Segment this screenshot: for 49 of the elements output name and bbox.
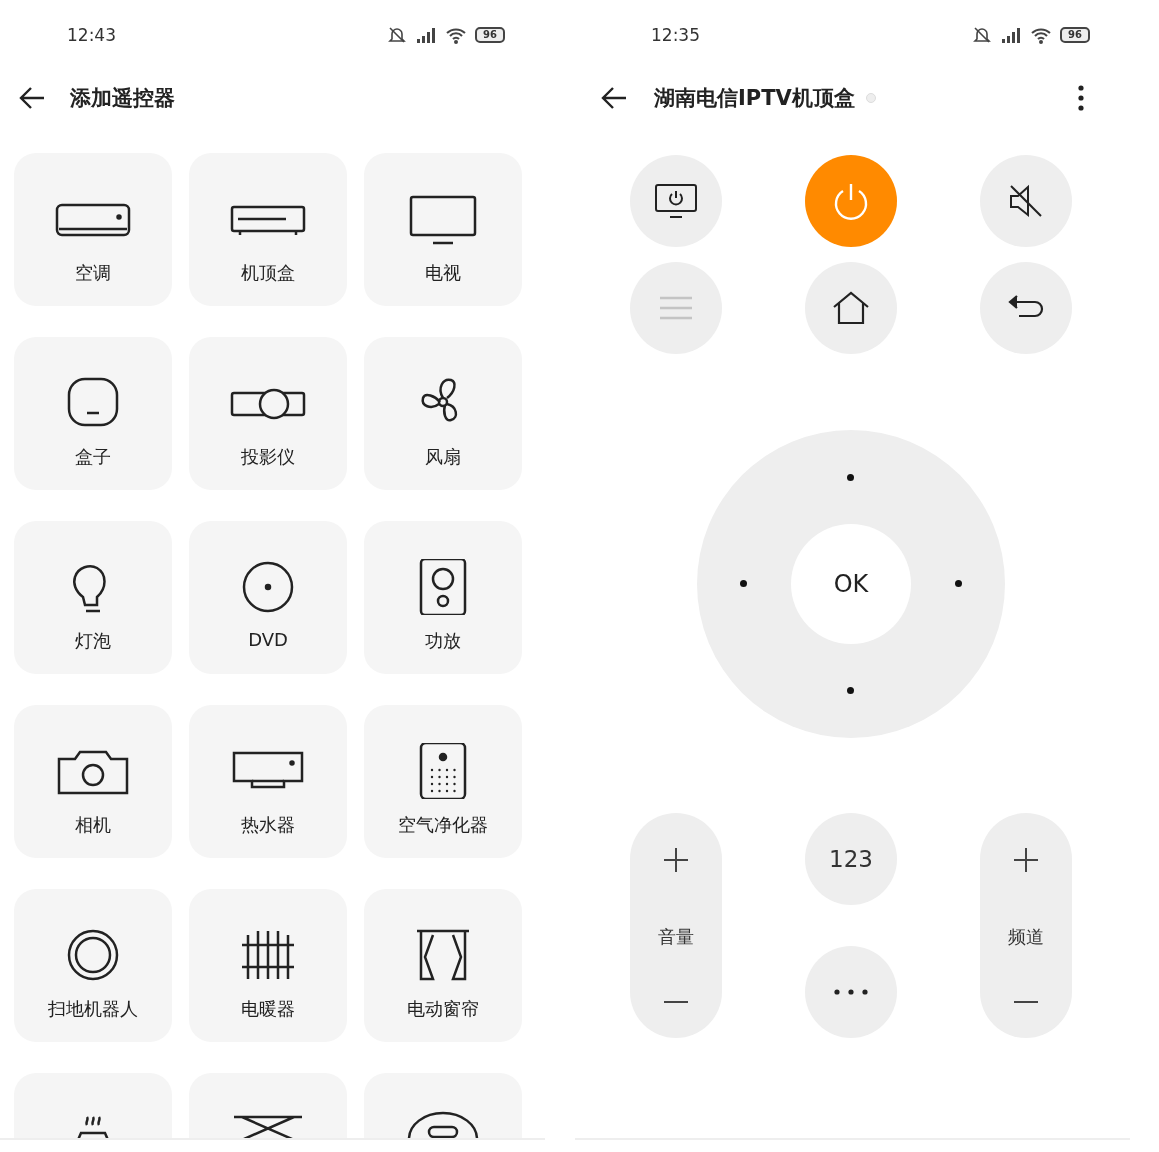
battery-level: 96 bbox=[475, 27, 505, 43]
mute-icon bbox=[1008, 184, 1044, 218]
signal-icon bbox=[415, 26, 438, 44]
status-time: 12:43 bbox=[67, 25, 116, 45]
back-arrow-icon[interactable] bbox=[18, 85, 46, 110]
status-time: 12:35 bbox=[651, 25, 700, 45]
signal-icon bbox=[1000, 26, 1023, 44]
wifi-icon bbox=[445, 26, 468, 44]
wifi-icon bbox=[1030, 26, 1053, 44]
device-tile[interactable]: 灯泡 bbox=[14, 521, 172, 674]
power-icon bbox=[833, 182, 869, 220]
keypad-button[interactable]: 123 bbox=[805, 813, 897, 905]
plus-button[interactable] bbox=[1013, 847, 1039, 873]
page-title: 添加遥控器 bbox=[70, 84, 175, 112]
back-arrow-icon[interactable] bbox=[600, 85, 628, 110]
minus-button[interactable] bbox=[1013, 1000, 1039, 1004]
device-tile[interactable]: 电视 bbox=[364, 153, 522, 306]
channel-label: 频道 bbox=[1008, 924, 1044, 949]
more-icon[interactable] bbox=[1078, 84, 1084, 111]
device-tile[interactable]: 电暖器 bbox=[189, 889, 347, 1042]
down-button[interactable] bbox=[847, 687, 854, 694]
device-tile[interactable]: 盒子 bbox=[14, 337, 172, 490]
ellipsis-icon bbox=[834, 989, 868, 995]
device-tile[interactable]: 相机 bbox=[14, 705, 172, 858]
right-button[interactable] bbox=[955, 580, 962, 587]
minus-button[interactable] bbox=[663, 1000, 689, 1004]
tv-power-icon bbox=[654, 183, 698, 219]
device-tile[interactable]: 风扇 bbox=[364, 337, 522, 490]
device-tile[interactable]: 投影仪 bbox=[189, 337, 347, 490]
volume-label: 音量 bbox=[658, 924, 694, 949]
device-tile[interactable]: DVD bbox=[189, 521, 347, 674]
home-icon bbox=[832, 291, 870, 325]
left-button[interactable] bbox=[740, 580, 747, 587]
device-tile[interactable]: 电动窗帘 bbox=[364, 889, 522, 1042]
bell-off-icon bbox=[387, 25, 408, 45]
device-tile[interactable]: 机顶盒 bbox=[189, 153, 347, 306]
bell-off-icon bbox=[972, 25, 993, 45]
device-title: 湖南电信IPTV机顶盒 bbox=[654, 84, 855, 112]
menu-icon bbox=[659, 296, 693, 320]
device-tile[interactable]: 热水器 bbox=[189, 705, 347, 858]
status-dot-icon bbox=[864, 91, 877, 104]
device-tile[interactable]: 空气净化器 bbox=[364, 705, 522, 858]
plus-button[interactable] bbox=[663, 847, 689, 873]
device-tile[interactable]: 空调 bbox=[14, 153, 172, 306]
ok-button[interactable]: OK bbox=[791, 524, 911, 644]
battery-level: 96 bbox=[1060, 27, 1090, 43]
device-tile[interactable]: 扫地机器人 bbox=[14, 889, 172, 1042]
up-button[interactable] bbox=[847, 474, 854, 481]
device-tile[interactable]: 功放 bbox=[364, 521, 522, 674]
